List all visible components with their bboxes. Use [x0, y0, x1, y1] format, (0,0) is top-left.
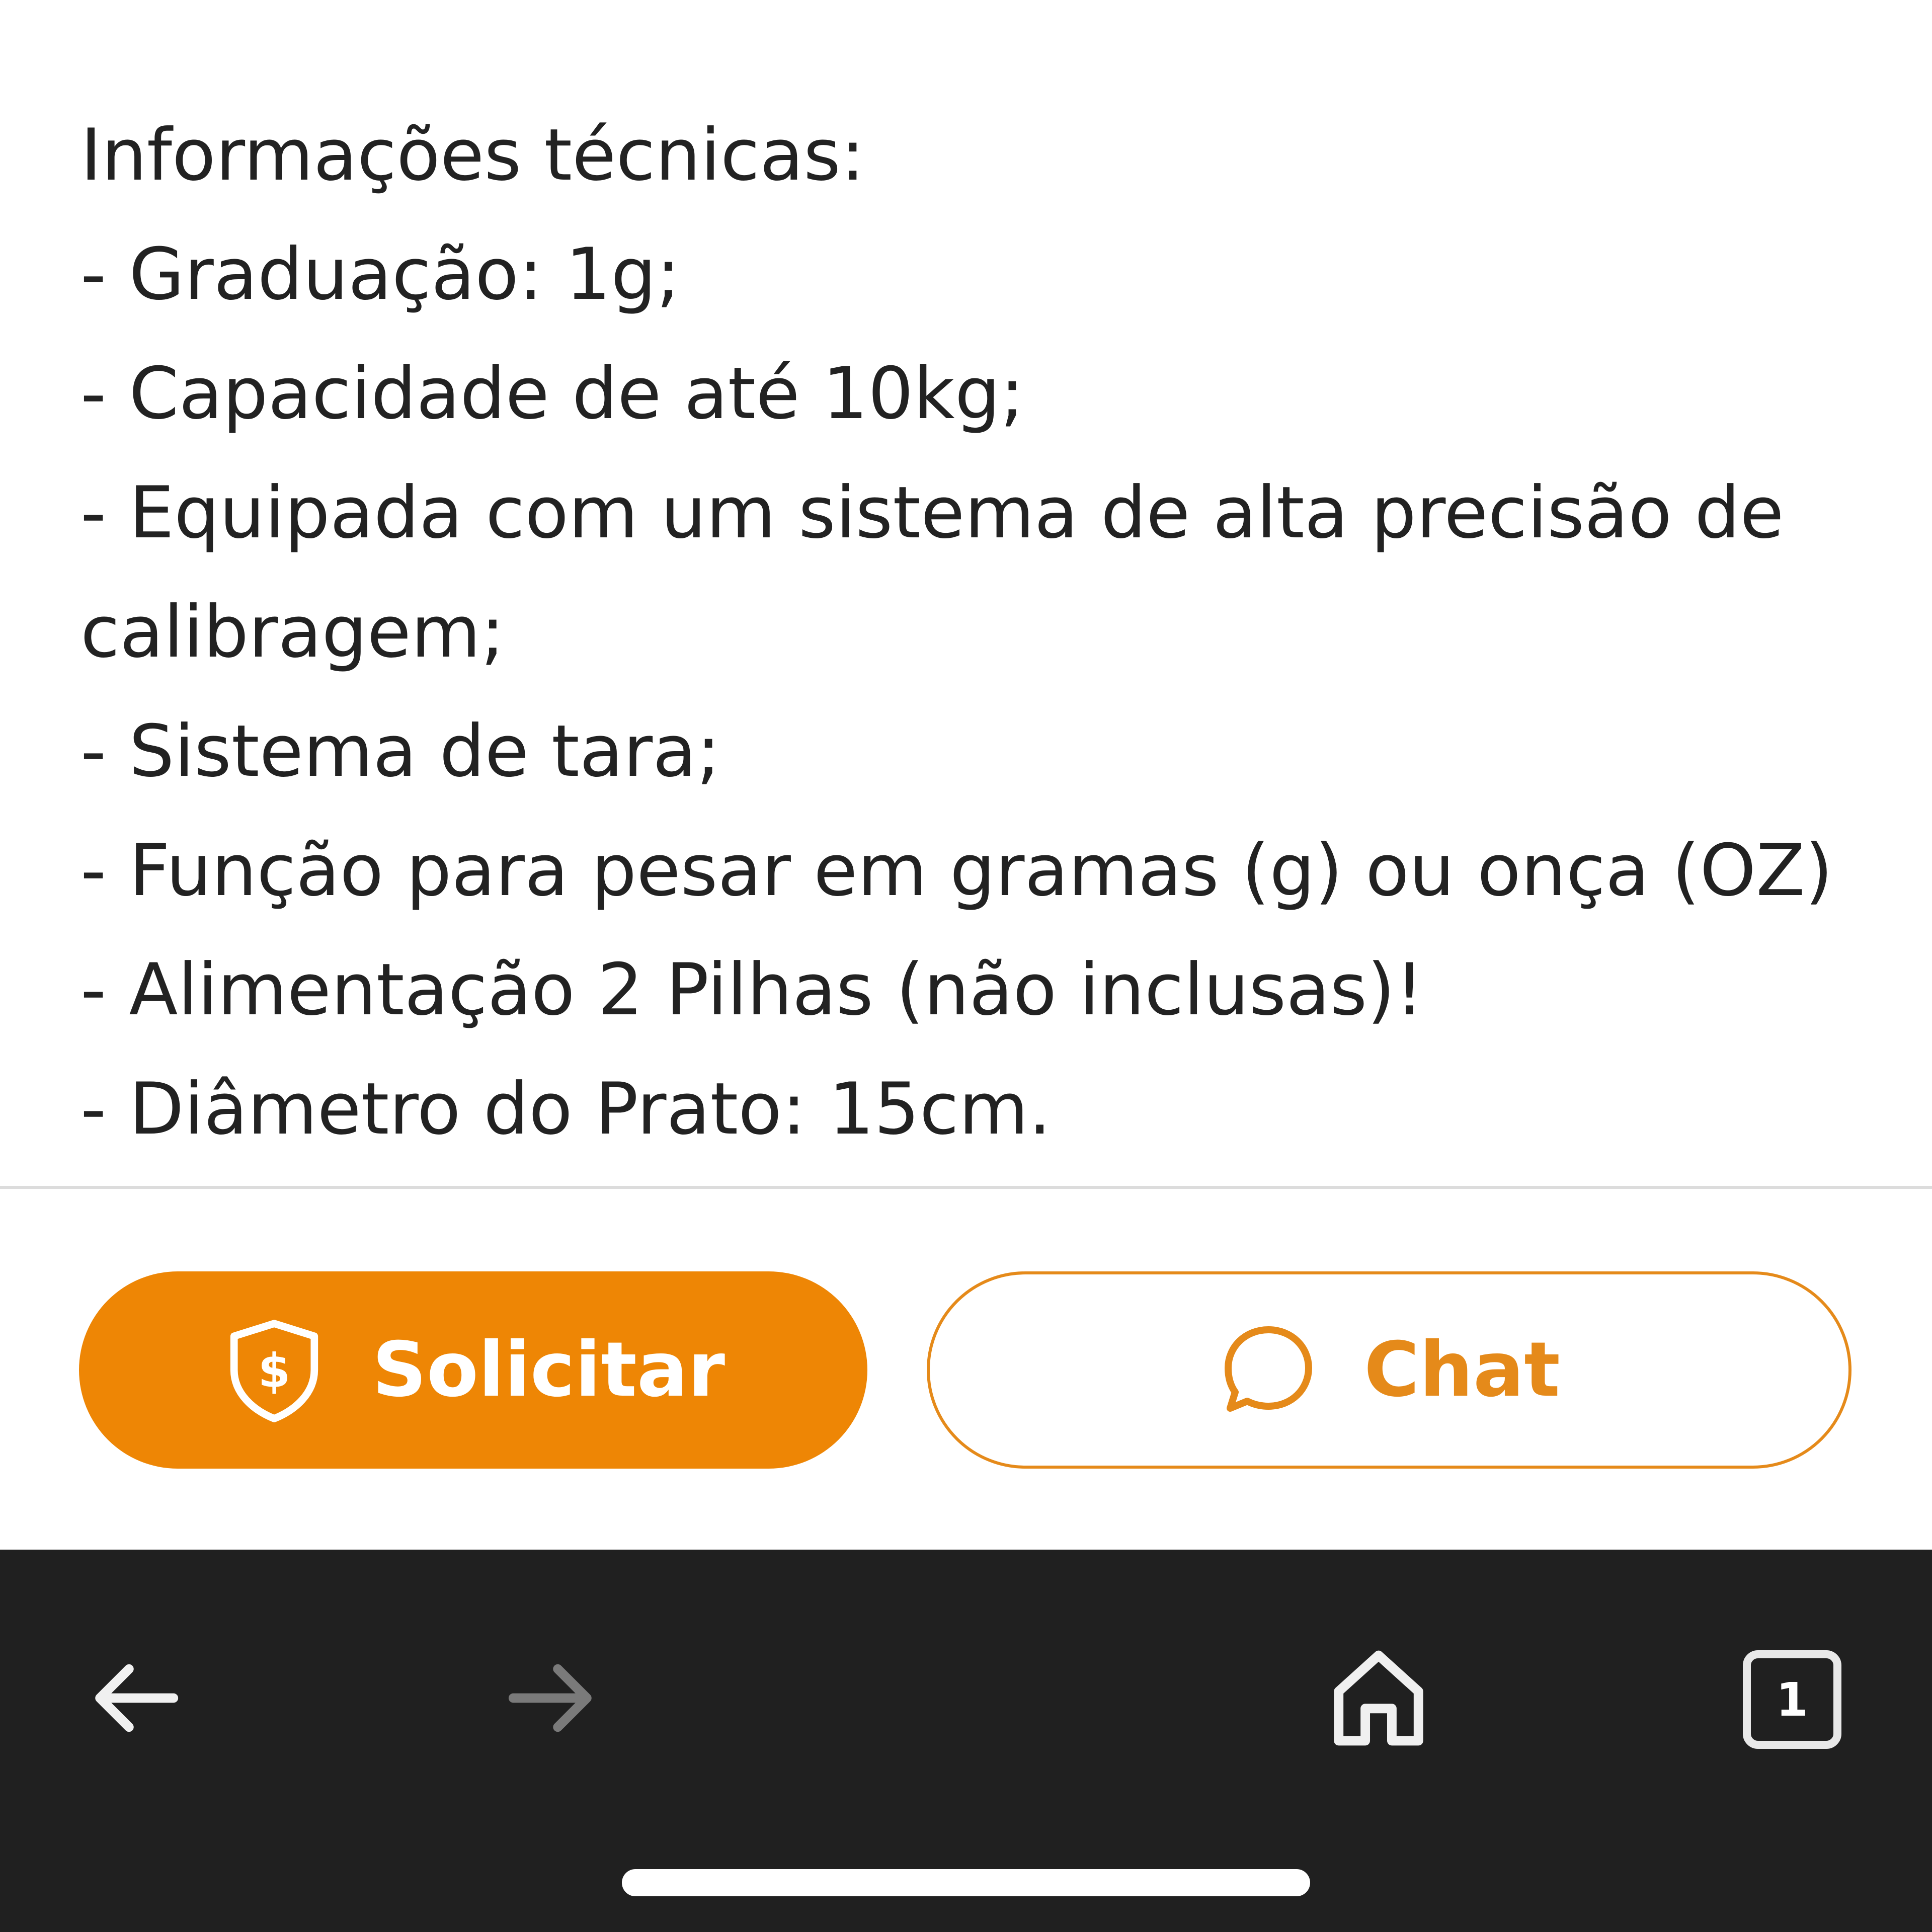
chat-label: Chat [1364, 1326, 1560, 1414]
svg-text:$: $ [258, 1344, 290, 1398]
chat-button[interactable]: Chat [927, 1271, 1852, 1469]
arrow-right-icon [508, 1664, 592, 1732]
back-button[interactable] [86, 1648, 186, 1748]
info-line: - Capacidade de até 10kg; [80, 352, 1024, 435]
forward-button[interactable] [501, 1648, 601, 1748]
tabs-button[interactable]: 1 [1743, 1650, 1841, 1749]
solicitar-label: Solicitar [372, 1326, 726, 1414]
product-technical-info: Informações técnicas: - Graduação: 1g; -… [80, 96, 1872, 1169]
info-line: - Equipada com um sistema de alta precis… [80, 471, 1784, 674]
home-button[interactable] [1328, 1645, 1429, 1751]
arrow-left-icon [95, 1664, 179, 1732]
chat-bubble-icon [1218, 1320, 1319, 1420]
tab-count: 1 [1776, 1672, 1808, 1727]
info-heading: Informações técnicas: [80, 114, 865, 197]
shield-dollar-icon: $ [221, 1317, 327, 1423]
info-line: - Função para pesar em gramas (g) ou onç… [80, 829, 1833, 912]
info-line: - Alimentação 2 Pilhas (não inclusas)! [80, 948, 1424, 1031]
browser-navigation-bar: 1 [0, 1550, 1932, 1932]
home-indicator[interactable] [622, 1869, 1310, 1896]
divider [0, 1186, 1932, 1189]
solicitar-button[interactable]: $ Solicitar [79, 1271, 867, 1469]
info-line: - Diâmetro do Prato: 15cm. [80, 1068, 1052, 1151]
home-icon [1334, 1650, 1423, 1746]
info-line: - Sistema de tara; [80, 710, 721, 793]
page: Informações técnicas: - Graduação: 1g; -… [0, 0, 1932, 1932]
info-line: - Graduação: 1g; [80, 233, 681, 316]
